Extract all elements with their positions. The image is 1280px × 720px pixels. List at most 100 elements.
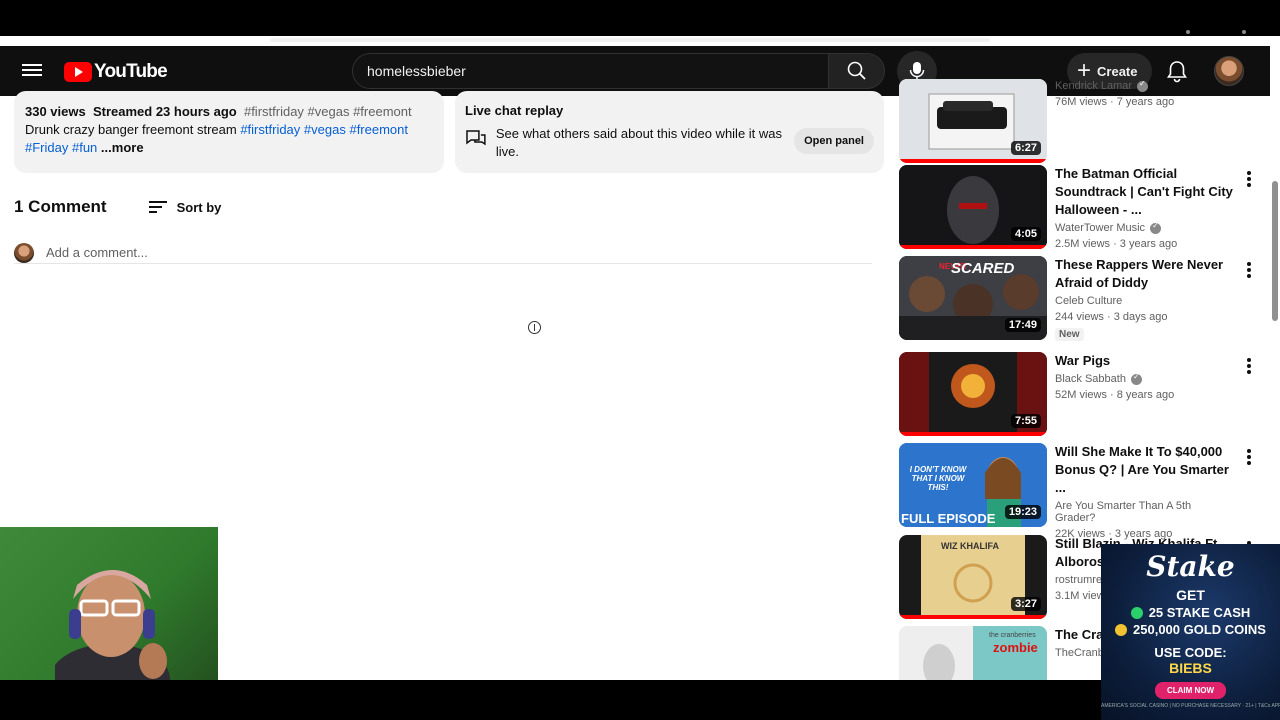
user-avatar <box>14 242 34 263</box>
description-meta: 330 views Streamed 23 hours ago #firstfr… <box>25 103 433 121</box>
video-title[interactable]: The Batman Official Soundtrack | Can't F… <box>1055 165 1233 219</box>
recommended-video[interactable]: 4:05 The Batman Official Soundtrack | Ca… <box>899 165 1269 250</box>
watched-progress <box>899 615 1047 619</box>
claim-now-button[interactable]: CLAIM NOW <box>1154 682 1227 699</box>
youtube-play-icon <box>64 62 92 82</box>
video-stats: 2.5M views · 3 years ago <box>1055 238 1178 250</box>
more-actions-icon[interactable] <box>1242 260 1256 280</box>
hashtag-link[interactable]: #vegas <box>304 122 346 137</box>
thumbnail-text: SCARED <box>951 260 1015 277</box>
channel-name[interactable]: Celeb Culture <box>1055 295 1233 307</box>
video-thumbnail[interactable]: WIZ KHALIFA 3:27 <box>899 535 1047 619</box>
hashtag-link[interactable]: #fun <box>72 140 97 155</box>
thumbnail-text: the cranberries <box>989 632 1036 639</box>
show-more-button[interactable]: ...more <box>101 140 144 155</box>
watched-progress <box>899 245 1047 249</box>
channel-name[interactable]: Are You Smarter Than A 5th Grader? <box>1055 500 1233 524</box>
hashtag-link[interactable]: #firstfriday <box>240 122 300 137</box>
new-badge: New <box>1055 328 1084 341</box>
ad-code: BIEBS <box>1169 660 1212 676</box>
open-panel-button[interactable]: Open panel <box>794 128 874 154</box>
search-icon <box>847 61 866 80</box>
recommended-video[interactable]: 7:55 War Pigs Black Sabbath 52M views · … <box>899 352 1269 436</box>
view-count: 330 views <box>25 104 86 119</box>
add-comment-input[interactable]: Add a comment... <box>46 245 148 260</box>
duration-badge: 7:55 <box>1010 414 1041 428</box>
top-dot <box>1186 30 1190 34</box>
description-body-line2: #Friday #fun ...more <box>25 139 433 157</box>
thumbnail-text: FULL EPISODE <box>901 511 996 526</box>
video-thumbnail[interactable]: 7:55 <box>899 352 1047 436</box>
duration-badge: 4:05 <box>1010 227 1041 241</box>
browser-top-band <box>0 0 1280 46</box>
add-comment-row[interactable]: Add a comment... <box>14 242 872 264</box>
ad-get: GET <box>1176 587 1205 603</box>
stream-date: Streamed 23 hours ago <box>92 104 237 119</box>
thumbnail-text: zombie <box>993 640 1038 655</box>
ad-offer-1-text: 25 STAKE CASH <box>1148 605 1251 620</box>
video-thumbnail[interactable]: 6:27 <box>899 79 1047 163</box>
loading-spinner-icon <box>528 321 541 334</box>
video-stats: 76M views · 7 years ago <box>1055 96 1175 108</box>
channel-name[interactable]: Black Sabbath <box>1055 372 1233 385</box>
header-hashtags: #firstfriday #vegas #freemont <box>243 104 412 119</box>
ad-offer-2: 250,000 GOLD COINS <box>1101 622 1280 637</box>
video-title[interactable]: War Pigs <box>1055 352 1233 370</box>
video-description[interactable]: 330 views Streamed 23 hours ago #firstfr… <box>14 91 444 173</box>
video-thumbnail[interactable]: NEVER SCARED 17:49 <box>899 256 1047 340</box>
recommended-video[interactable]: NEVER SCARED 17:49 These Rappers Were Ne… <box>899 256 1269 341</box>
menu-icon[interactable] <box>22 61 42 81</box>
thumbnail-text: I DON'T KNOW THAT I KNOW THIS! <box>909 465 967 492</box>
live-chat-replay-card: Live chat replay See what others said ab… <box>455 91 884 173</box>
more-actions-icon[interactable] <box>1242 169 1256 189</box>
video-title[interactable]: These Rappers Were Never Afraid of Diddy <box>1055 256 1233 292</box>
page-top-edge <box>0 36 1280 46</box>
description-text: Drunk crazy banger freemont stream <box>25 122 237 137</box>
video-title[interactable]: Will She Make It To $40,000 Bonus Q? | A… <box>1055 443 1233 497</box>
duration-badge: 6:27 <box>1010 141 1041 155</box>
live-chat-text: See what others said about this video wh… <box>495 126 783 159</box>
stake-ad-overlay[interactable]: Stake GET 25 STAKE CASH 250,000 GOLD COI… <box>1101 544 1280 720</box>
sort-by-button[interactable]: Sort by <box>148 198 221 216</box>
channel-name[interactable]: Kendrick Lamar <box>1055 79 1233 92</box>
channel-label: Black Sabbath <box>1055 373 1126 385</box>
comments-header: 1 Comment Sort by <box>14 197 221 217</box>
hashtag-link[interactable]: #freemont <box>349 122 408 137</box>
sort-icon <box>148 198 167 216</box>
stream-bottom-band <box>0 680 1280 720</box>
description-body: Drunk crazy banger freemont stream #firs… <box>25 121 433 139</box>
duration-badge: 19:23 <box>1004 505 1041 519</box>
search-button[interactable] <box>828 53 885 89</box>
more-actions-icon[interactable] <box>1242 447 1256 467</box>
search-input[interactable] <box>352 53 829 89</box>
channel-name[interactable]: WaterTower Music <box>1055 221 1233 234</box>
recommended-video[interactable]: 6:27 Kendrick Lamar 76M views · 7 years … <box>899 79 1269 163</box>
video-thumbnail[interactable]: 4:05 <box>899 165 1047 249</box>
watched-progress <box>899 159 1047 163</box>
video-thumbnail[interactable]: I DON'T KNOW THAT I KNOW THIS! FULL EPIS… <box>899 443 1047 527</box>
recommended-video[interactable]: I DON'T KNOW THAT I KNOW THIS! FULL EPIS… <box>899 443 1269 540</box>
verified-icon <box>1137 79 1149 92</box>
ad-offer-2-text: 250,000 GOLD COINS <box>1133 622 1266 637</box>
webcam-overlay <box>0 527 218 680</box>
more-actions-icon[interactable] <box>1242 356 1256 376</box>
video-stats: 244 views · 3 days ago <box>1055 311 1168 323</box>
top-dot <box>1242 30 1246 34</box>
hashtag-link[interactable]: #Friday <box>25 140 68 155</box>
microphone-icon <box>909 62 925 80</box>
verified-icon <box>1150 221 1162 234</box>
video-thumbnail[interactable]: the cranberries zombie <box>899 626 1047 680</box>
verified-icon <box>1130 372 1142 385</box>
scrollbar-thumb[interactable] <box>1272 181 1278 321</box>
youtube-logo[interactable]: YouTube <box>64 61 168 83</box>
streamer-image <box>55 570 170 680</box>
watched-progress <box>899 432 1047 436</box>
cash-coin-icon <box>1130 606 1143 619</box>
logo-text: YouTube <box>94 61 168 82</box>
duration-badge: 17:49 <box>1004 318 1041 332</box>
ad-code-label: USE CODE: <box>1154 645 1227 660</box>
duration-badge: 3:27 <box>1010 597 1041 611</box>
chat-bubbles-icon <box>466 130 486 146</box>
ad-offer-1: 25 STAKE CASH <box>1101 605 1280 620</box>
thumbnail-text: WIZ KHALIFA <box>941 541 999 551</box>
